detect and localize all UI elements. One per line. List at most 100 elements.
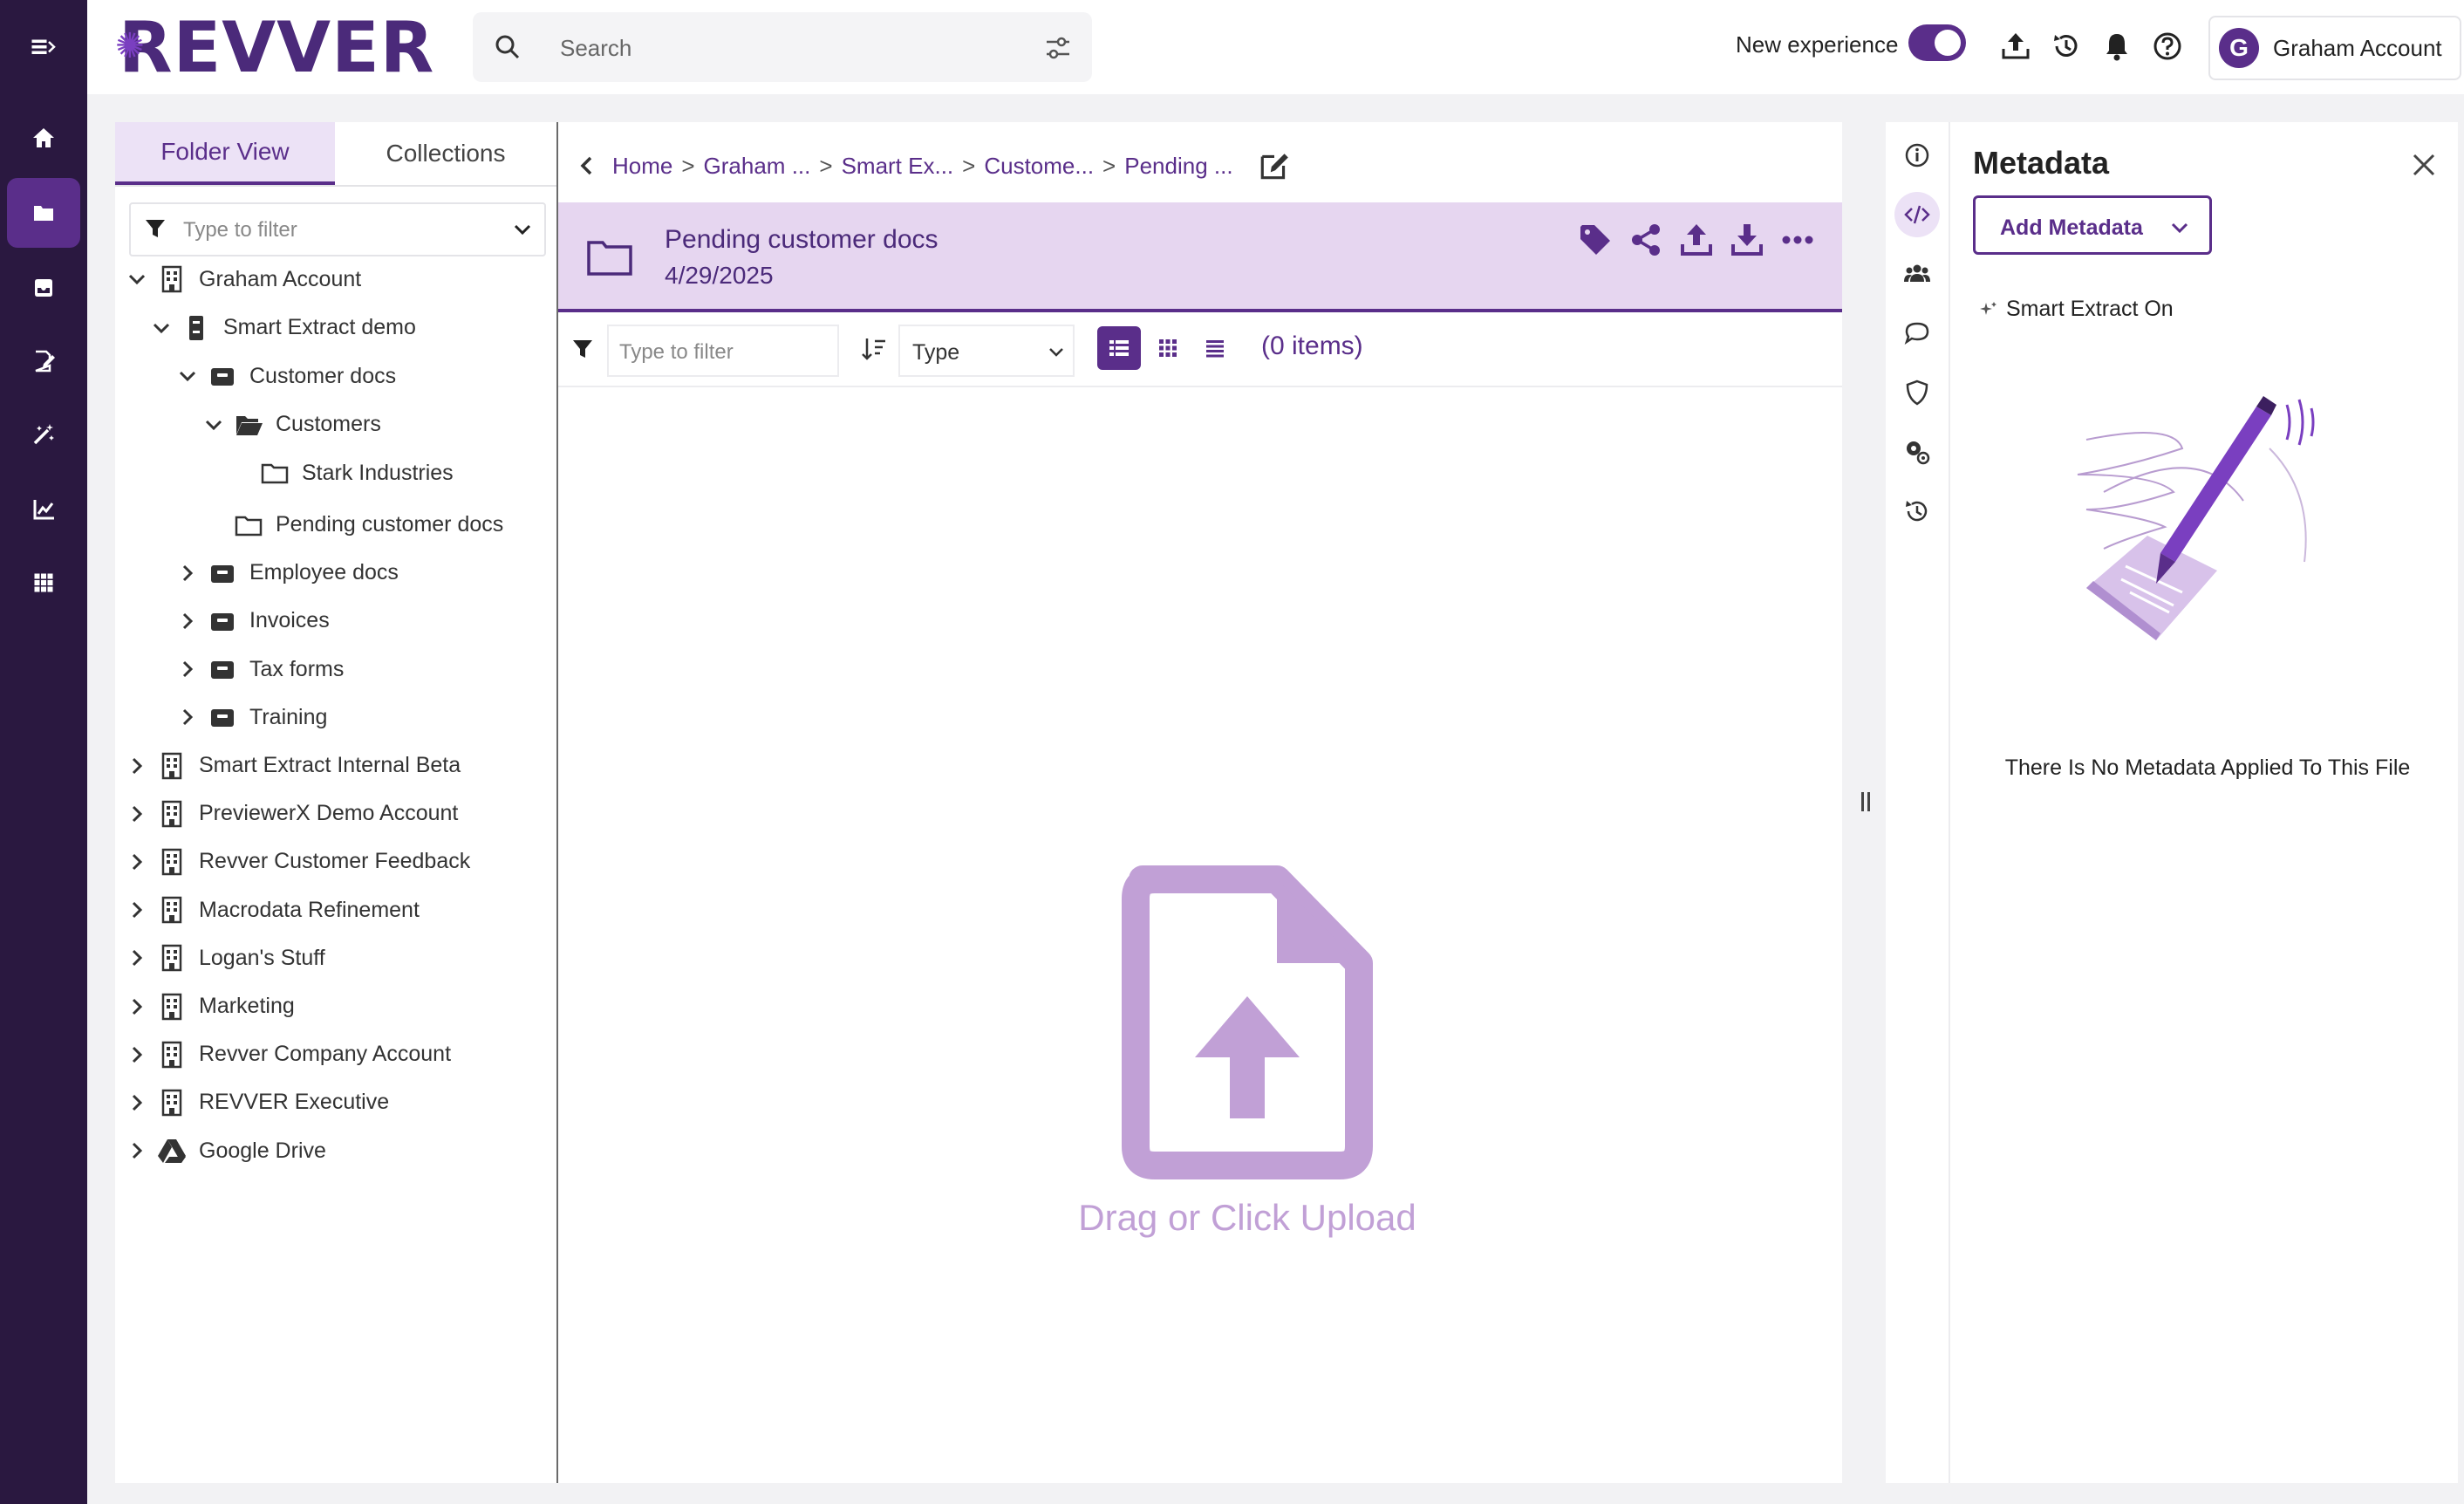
tree-node[interactable]: Google Drive [126,1133,326,1168]
details-tab-security[interactable] [1894,370,1940,415]
chevron-right-icon[interactable] [126,1139,148,1162]
tree-node[interactable]: Stark Industries [229,455,454,490]
type-select[interactable]: Type [898,325,1075,377]
tree-node[interactable]: Pending customer docs [202,508,503,543]
rail-smart-tools[interactable] [7,400,80,469]
tree-node[interactable]: Macrodata Refinement [126,892,420,927]
details-tab-metadata[interactable] [1894,192,1940,237]
tree-node-label: Marketing [199,994,295,1018]
chevron-right-icon[interactable] [126,803,148,825]
chevron-down-icon[interactable] [202,414,225,436]
tree-filter[interactable]: Type to filter [129,202,546,256]
help-icon[interactable] [2151,30,2184,63]
tree-node[interactable]: PreviewerX Demo Account [126,796,458,831]
more-icon[interactable] [1779,222,1816,258]
breadcrumb-graham[interactable]: Graham ... [704,153,811,180]
details-tab-comments[interactable] [1894,311,1940,356]
chevron-right-icon[interactable] [176,562,199,585]
rail-documents[interactable] [7,178,80,248]
resize-handle[interactable] [1860,790,1872,813]
details-tab-permissions[interactable] [1894,251,1940,297]
rail-home[interactable] [7,103,80,173]
chevron-right-icon[interactable] [126,899,148,921]
filter-settings-icon[interactable] [1043,33,1073,63]
chevron-down-icon[interactable] [511,218,534,241]
sparkle-icon [1980,302,1996,316]
search-input[interactable]: Search [560,35,631,62]
tree-node[interactable]: Logan's Stuff [126,940,325,975]
building-icon [161,993,182,1020]
upload-icon[interactable] [1678,222,1715,258]
add-metadata-button[interactable]: Add Metadata [1973,195,2212,255]
tree-node[interactable]: Graham Account [126,262,361,297]
chevron-right-icon[interactable] [176,610,199,632]
new-experience-toggle[interactable] [1908,24,1966,61]
chevron-right-icon[interactable] [126,1043,148,1066]
chevron-right-icon[interactable] [126,851,148,873]
breadcrumb-pending[interactable]: Pending ... [1124,153,1232,180]
tree-filter-input[interactable]: Type to filter [183,218,297,243]
rail-apps[interactable] [7,548,80,618]
rail-edit[interactable] [7,326,80,396]
upload-file-icon[interactable] [1116,865,1378,1179]
close-icon[interactable] [2411,152,2437,178]
breadcrumb-customer[interactable]: Custome... [984,153,1094,180]
drop-upload-text[interactable]: Drag or Click Upload [1029,1197,1465,1239]
tree-node[interactable]: Customers [202,407,381,442]
upload-icon[interactable] [1999,30,2032,63]
chevron-down-icon[interactable] [176,365,199,387]
rail-reports[interactable] [7,475,80,544]
cabinet-icon [189,315,203,340]
revver-logo[interactable]: ✺ REVVER [115,9,434,87]
tree-node[interactable]: Revver Company Account [126,1037,451,1072]
back-chevron-icon[interactable] [576,154,598,177]
details-tab-workflow[interactable] [1894,429,1940,475]
collapse-menu-button[interactable] [7,12,80,82]
tree-node[interactable]: Smart Extract Internal Beta [126,749,461,783]
grid-view-button[interactable] [1146,326,1190,370]
tree-node[interactable]: Customer docs [176,359,396,393]
account-menu[interactable]: G Graham Account [2208,16,2461,80]
chevron-right-icon[interactable] [176,658,199,680]
history-icon[interactable] [2050,30,2083,63]
chart-icon [33,500,54,520]
chevron-down-icon[interactable] [126,268,148,291]
details-tab-info[interactable] [1894,133,1940,178]
tab-collections[interactable]: Collections [335,122,556,185]
chevron-right-icon[interactable] [126,995,148,1018]
tree-node[interactable]: Marketing [126,989,295,1024]
tree-node-label: Invoices [249,608,330,633]
chevron-right-icon[interactable] [176,706,199,728]
chevron-down-icon[interactable] [150,317,173,339]
tree-node[interactable]: Tax forms [176,652,344,687]
tree-node[interactable]: Training [176,700,327,735]
grid-view-icon [1159,339,1177,357]
compact-view-button[interactable] [1193,326,1237,370]
magic-wand-icon [33,424,54,445]
tag-icon[interactable] [1577,222,1614,258]
tree-node[interactable]: REVVER Executive [126,1085,389,1120]
rail-inbox[interactable] [7,253,80,323]
search-bar[interactable]: Search [473,12,1092,82]
list-filter-input[interactable]: Type to filter [619,340,734,365]
tree-node[interactable]: Smart Extract demo [150,311,416,345]
download-icon[interactable] [1729,222,1765,258]
list-filter[interactable]: Type to filter [607,325,839,377]
share-icon[interactable] [1628,222,1664,258]
chevron-right-icon[interactable] [126,947,148,969]
chevron-right-icon[interactable] [126,755,148,777]
shield-icon [1906,379,1928,406]
breadcrumb-home[interactable]: Home [612,153,672,180]
tree-node[interactable]: Revver Customer Feedback [126,844,470,879]
list-view-button[interactable] [1097,326,1141,370]
chevron-right-icon[interactable] [126,1091,148,1114]
tree-node[interactable]: Invoices [176,604,330,639]
edit-icon[interactable] [1258,149,1291,182]
breadcrumb-smart-extract[interactable]: Smart Ex... [842,153,954,180]
sort-icon[interactable] [860,335,888,363]
details-tab-history[interactable] [1894,489,1940,534]
bell-icon[interactable] [2100,30,2133,63]
tab-folder-view[interactable]: Folder View [115,122,335,185]
tree-node[interactable]: Employee docs [176,556,399,591]
